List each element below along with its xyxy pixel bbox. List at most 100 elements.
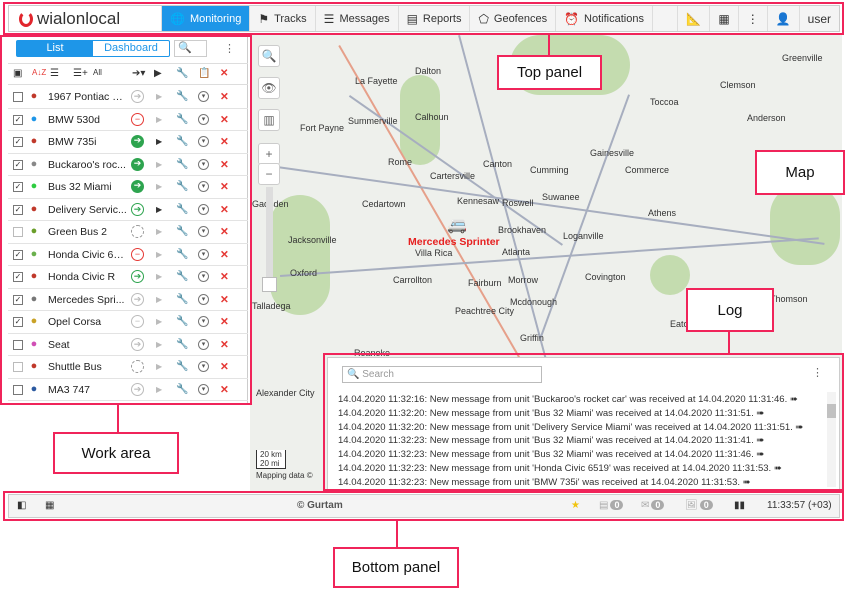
user-avatar[interactable]: 👤	[766, 6, 799, 31]
city-label: Peachtree City	[455, 306, 515, 316]
log-highlight	[323, 353, 844, 491]
city-label: Clemson	[720, 80, 756, 90]
map-attribution: Mapping data ©	[256, 471, 313, 480]
nav-label: Tracks	[274, 12, 307, 25]
report-icon: ▤	[406, 11, 418, 26]
user-menu[interactable]: user	[798, 6, 839, 31]
city-label: Gainesville	[590, 148, 635, 158]
city-label: Canton	[483, 159, 513, 169]
callout-map: Map	[755, 150, 845, 195]
zoom-slider-handle[interactable]	[262, 277, 277, 292]
zoom-in-button[interactable]: +	[258, 143, 280, 165]
map-layers-toggle[interactable]: 👁	[258, 77, 280, 99]
list-icon: ☰	[323, 11, 335, 26]
zoom-slider[interactable]	[266, 187, 273, 287]
grid-icon: ▦	[718, 11, 730, 26]
city-label: Cumming	[530, 165, 569, 175]
forest-area	[650, 255, 690, 295]
city-label: Jacksonville	[288, 235, 337, 245]
city-label: Thomson	[770, 294, 808, 304]
flag-icon: ⚑	[258, 11, 270, 26]
callout-line	[117, 405, 119, 432]
city-label: Cartersville	[430, 171, 476, 181]
forest-area	[770, 185, 840, 265]
nav-geofences[interactable]: ⬠ Geofences	[469, 6, 555, 31]
city-label: Commerce	[625, 165, 670, 175]
city-label: Summerville	[348, 116, 398, 126]
city-label: Toccoa	[650, 97, 679, 107]
ruler-icon: 📐	[686, 11, 702, 26]
callout-bottom-panel: Bottom panel	[333, 547, 459, 588]
logo[interactable]: wialonlocal	[9, 6, 161, 31]
top-panel: wialonlocal 🌐 Monitoring ⚑ Tracks ☰ Message…	[8, 5, 840, 32]
city-label: Kennesaw	[457, 196, 500, 206]
kebab-icon: ⋮	[746, 11, 759, 26]
city-label: Griffin	[520, 333, 544, 343]
eye-icon: 👁	[261, 81, 277, 95]
callout-top-panel: Top panel	[497, 55, 602, 90]
tools-button[interactable]: 📐	[677, 6, 709, 31]
nav-tracks[interactable]: ⚑ Tracks	[249, 6, 314, 31]
city-label: Calhoun	[415, 112, 449, 122]
alarm-icon: ⏰	[564, 11, 580, 26]
city-label: Roswell	[502, 198, 534, 208]
callout-work-area: Work area	[53, 432, 179, 474]
apps-button[interactable]: ▦	[709, 6, 737, 31]
city-label: La Fayette	[355, 76, 398, 86]
user-name: user	[807, 11, 831, 26]
nav-label: Notifications	[584, 12, 644, 25]
city-label: Fairburn	[468, 278, 502, 288]
bottom-panel-highlight	[3, 491, 844, 521]
logo-text: wialonlocal	[37, 8, 121, 28]
geofence-icon: ⬠	[478, 11, 489, 26]
city-label: Morrow	[508, 275, 539, 285]
forest-area	[270, 195, 330, 315]
city-label: Athens	[648, 208, 677, 218]
nav-label: Reports	[422, 12, 462, 25]
city-label: Talladega	[252, 301, 291, 311]
road	[280, 237, 819, 277]
city-label: Alexander City	[256, 388, 315, 398]
zoom-out-button[interactable]: −	[258, 163, 280, 185]
nav-reports[interactable]: ▤ Reports	[397, 6, 470, 31]
nav-monitoring[interactable]: 🌐 Monitoring	[161, 6, 250, 31]
scale-km: 20 km	[260, 450, 282, 459]
nav-messages[interactable]: ☰ Messages	[314, 6, 398, 31]
scale-mi: 20 mi	[260, 459, 280, 468]
city-label: Cedartown	[362, 199, 406, 209]
city-label: Suwanee	[542, 192, 580, 202]
city-label: Greenville	[782, 53, 823, 63]
city-label: Rome	[388, 157, 413, 167]
nav-notifications[interactable]: ⏰ Notifications	[555, 6, 653, 31]
nav-label: Messages	[339, 12, 390, 25]
scale-bar: 20 km 20 mi	[256, 450, 286, 469]
search-icon: 🔍	[261, 49, 277, 63]
nav-label: Geofences	[493, 12, 548, 25]
minus-icon: −	[265, 167, 273, 181]
city-label: Brookhaven	[498, 225, 547, 235]
callout-log: Log	[686, 288, 774, 332]
city-label: Anderson	[747, 113, 786, 123]
user-icon: 👤	[775, 11, 791, 26]
city-label: Villa Rica	[415, 248, 453, 258]
logo-icon	[19, 10, 33, 27]
nav-label: Monitoring	[189, 12, 242, 25]
callout-line	[548, 35, 550, 55]
city-label: Atlanta	[502, 247, 531, 257]
map-icon: ▥	[263, 113, 275, 127]
callout-line	[396, 521, 398, 547]
work-area-highlight	[0, 35, 252, 405]
unit-map-label[interactable]: Mercedes Sprinter	[408, 236, 500, 248]
map-type-button[interactable]: ▥	[258, 109, 280, 131]
globe-icon: 🌐	[170, 11, 185, 26]
unit-marker-icon[interactable]: 🚐	[447, 215, 467, 235]
city-label: Fort Payne	[300, 123, 345, 133]
more-button[interactable]: ⋮	[737, 6, 767, 31]
city-label: Oxford	[290, 268, 318, 278]
plus-icon: +	[265, 147, 273, 161]
city-label: Carrollton	[393, 275, 433, 285]
callout-line	[728, 332, 730, 353]
city-label: Loganville	[563, 231, 604, 241]
map-search-button[interactable]: 🔍	[258, 45, 280, 67]
city-label: Dalton	[415, 66, 442, 76]
